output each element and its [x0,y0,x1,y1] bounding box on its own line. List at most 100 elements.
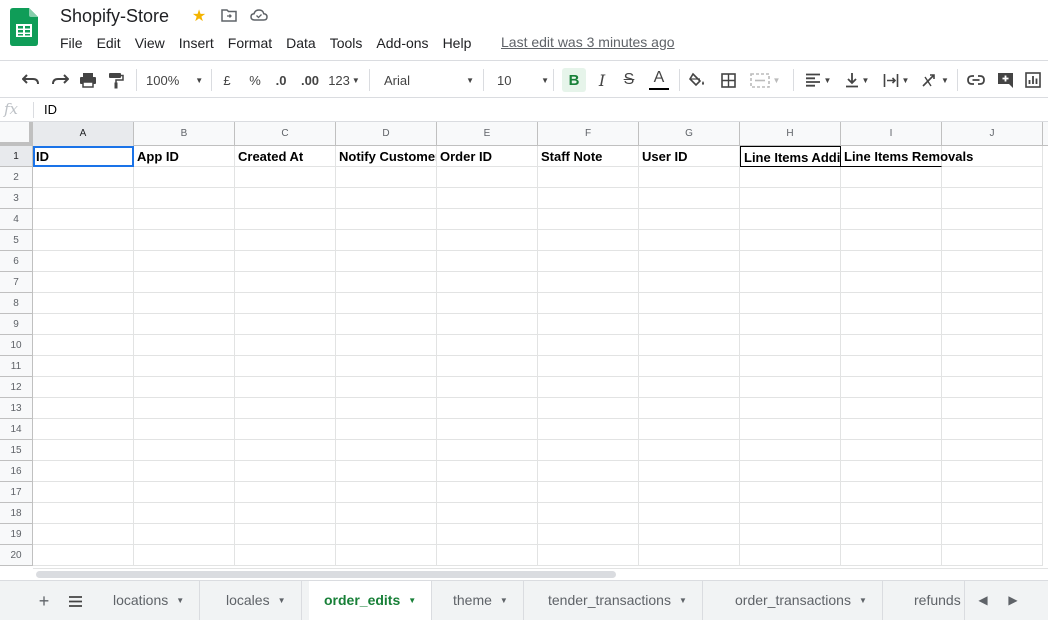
insert-chart-icon[interactable] [1022,70,1044,90]
cell-i18[interactable] [841,503,942,524]
cell-d17[interactable] [336,482,437,503]
cell-g4[interactable] [639,209,740,230]
cell-i5[interactable] [841,230,942,251]
cell-f14[interactable] [538,419,639,440]
sheet-tab-order-transactions[interactable]: order_transactions ▼ [720,581,883,620]
number-format-select[interactable]: 123 ▼ [328,70,360,90]
cell-f20[interactable] [538,545,639,566]
menu-insert[interactable]: Insert [172,33,221,53]
cell-i3[interactable] [841,188,942,209]
cell-j8[interactable] [942,293,1043,314]
cell-j13[interactable] [942,398,1043,419]
cell-j3[interactable] [942,188,1043,209]
cell-c8[interactable] [235,293,336,314]
cell-d1[interactable]: Notify Customer [336,146,437,167]
cell-j11[interactable] [942,356,1043,377]
cell-e15[interactable] [437,440,538,461]
move-folder-icon[interactable] [220,8,238,26]
cell-a20[interactable] [33,545,134,566]
cell-b18[interactable] [134,503,235,524]
cell-j17[interactable] [942,482,1043,503]
cell-c7[interactable] [235,272,336,293]
cell-d2[interactable] [336,167,437,188]
print-icon[interactable] [77,70,99,90]
menu-edit[interactable]: Edit [90,33,128,53]
cell-a8[interactable] [33,293,134,314]
cell-h12[interactable] [740,377,841,398]
horizontal-align-icon[interactable]: ▼ [802,70,834,90]
cell-e19[interactable] [437,524,538,545]
row-header-19[interactable]: 19 [0,524,33,545]
sheet-tab-theme[interactable]: theme ▼ [438,581,524,620]
row-header-20[interactable]: 20 [0,545,33,566]
cell-e7[interactable] [437,272,538,293]
scrollbar-thumb[interactable] [36,571,616,578]
row-header-17[interactable]: 17 [0,482,33,503]
cell-b20[interactable] [134,545,235,566]
all-sheets-icon[interactable] [64,590,86,612]
cell-f16[interactable] [538,461,639,482]
cell-a15[interactable] [33,440,134,461]
cell-c17[interactable] [235,482,336,503]
cell-h7[interactable] [740,272,841,293]
cell-e13[interactable] [437,398,538,419]
cell-f9[interactable] [538,314,639,335]
cell-a5[interactable] [33,230,134,251]
cell-c14[interactable] [235,419,336,440]
cell-e17[interactable] [437,482,538,503]
cell-c9[interactable] [235,314,336,335]
cell-j6[interactable] [942,251,1043,272]
cell-i17[interactable] [841,482,942,503]
row-header-15[interactable]: 15 [0,440,33,461]
cell-j7[interactable] [942,272,1043,293]
cell-b7[interactable] [134,272,235,293]
cell-g19[interactable] [639,524,740,545]
cell-g14[interactable] [639,419,740,440]
add-sheet-icon[interactable]: + [33,590,55,612]
cell-g1[interactable]: User ID [639,146,740,167]
cell-f8[interactable] [538,293,639,314]
cell-e1[interactable]: Order ID [437,146,538,167]
cell-h6[interactable] [740,251,841,272]
cell-d5[interactable] [336,230,437,251]
cell-c15[interactable] [235,440,336,461]
cell-f1[interactable]: Staff Note [538,146,639,167]
cell-d7[interactable] [336,272,437,293]
row-header-5[interactable]: 5 [0,230,33,251]
cell-a19[interactable] [33,524,134,545]
cell-g3[interactable] [639,188,740,209]
italic-button[interactable]: I [593,70,611,90]
cell-i10[interactable] [841,335,942,356]
text-wrapping-icon[interactable]: ▼ [880,70,912,90]
column-header-c[interactable]: C [235,122,336,146]
sheet-tab-locales[interactable]: locales ▼ [211,581,302,620]
row-header-12[interactable]: 12 [0,377,33,398]
text-rotation-icon[interactable]: ▼ [919,70,951,90]
cell-j20[interactable] [942,545,1043,566]
row-header-13[interactable]: 13 [0,398,33,419]
menu-format[interactable]: Format [221,33,279,53]
cell-j10[interactable] [942,335,1043,356]
cell-e5[interactable] [437,230,538,251]
increase-decimal-button[interactable]: .00 [298,70,322,90]
cell-c20[interactable] [235,545,336,566]
cell-a1[interactable]: ID [33,146,134,167]
cell-d10[interactable] [336,335,437,356]
cell-e20[interactable] [437,545,538,566]
cell-j18[interactable] [942,503,1043,524]
cell-c2[interactable] [235,167,336,188]
cell-i20[interactable] [841,545,942,566]
row-header-18[interactable]: 18 [0,503,33,524]
cell-a18[interactable] [33,503,134,524]
cell-g5[interactable] [639,230,740,251]
cell-b6[interactable] [134,251,235,272]
cell-c6[interactable] [235,251,336,272]
cell-d12[interactable] [336,377,437,398]
cell-c16[interactable] [235,461,336,482]
cell-e14[interactable] [437,419,538,440]
column-header-f[interactable]: F [538,122,639,146]
cell-i13[interactable] [841,398,942,419]
cell-a3[interactable] [33,188,134,209]
cell-b13[interactable] [134,398,235,419]
cell-a4[interactable] [33,209,134,230]
